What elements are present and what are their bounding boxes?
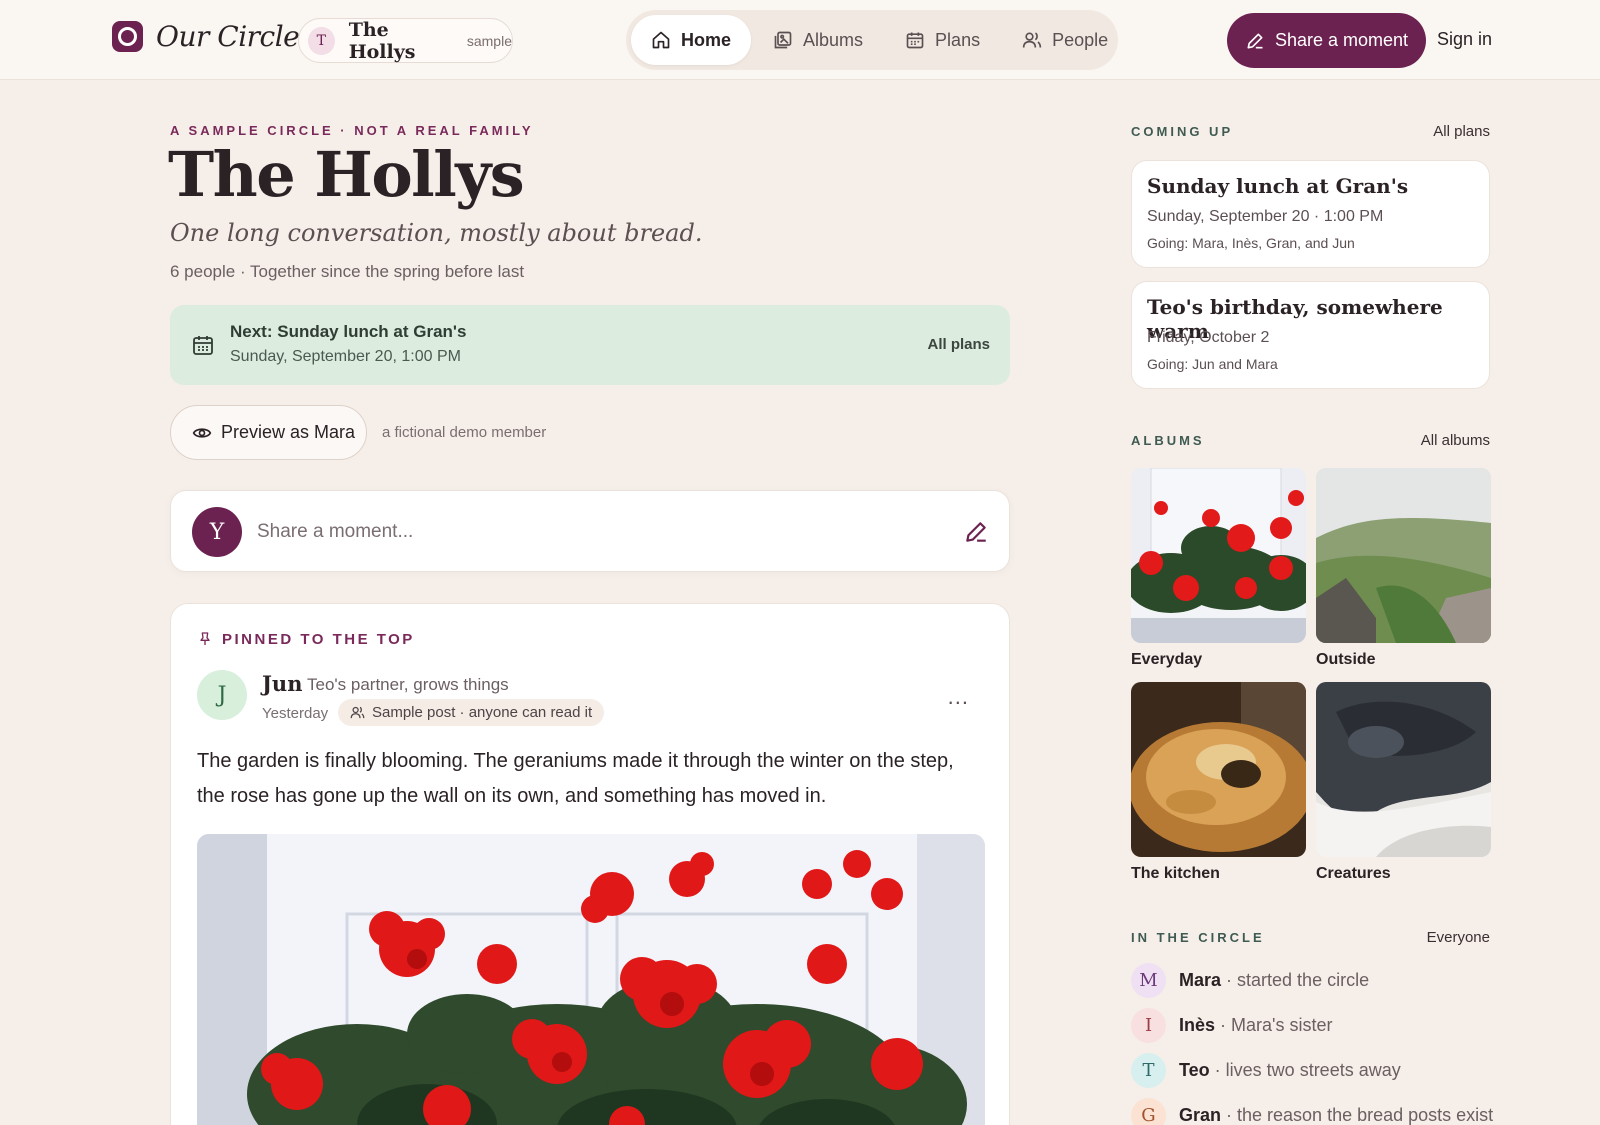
album-name: Creatures — [1316, 865, 1391, 882]
member-name: Mara — [1179, 969, 1222, 990]
member-desc: · started the circle — [1226, 969, 1370, 990]
calendar-icon — [906, 32, 924, 49]
nav-home-label: Home — [681, 29, 732, 50]
nav-people-label: People — [1052, 29, 1109, 50]
albums-heading: ALBUMS — [1131, 433, 1205, 448]
preview-as-label: Preview as Mara — [221, 422, 356, 442]
post-photo[interactable] — [197, 834, 985, 1125]
preview-note: a fictional demo member — [382, 424, 547, 441]
nav-plans[interactable]: Plans — [885, 15, 1000, 65]
brand-logo-icon — [112, 21, 143, 52]
nav-people[interactable]: People — [1002, 15, 1128, 65]
brand[interactable]: Our Circle — [112, 20, 300, 53]
plan-card[interactable]: Sunday lunch at Gran's Sunday, September… — [1131, 160, 1490, 268]
member-row[interactable]: T Teo · lives two streets away — [1131, 1052, 1401, 1088]
next-plan-when: Sunday, September 20, 1:00 PM — [230, 348, 461, 365]
all-albums-link[interactable]: All albums — [1421, 432, 1490, 449]
share-moment-label: Share a moment — [1274, 30, 1409, 50]
member-desc: · Mara's sister — [1220, 1014, 1333, 1035]
member-avatar: M — [1131, 962, 1166, 998]
pin-icon — [200, 632, 210, 645]
plan-title: Sunday lunch at Gran's — [1147, 174, 1409, 198]
people-icon — [350, 706, 365, 719]
album-tile[interactable]: The kitchen — [1131, 682, 1306, 883]
eye-icon — [192, 427, 212, 438]
album-cover — [1131, 682, 1306, 857]
circle-name: The Hollys — [348, 18, 416, 63]
everyone-link[interactable]: Everyone — [1427, 929, 1490, 946]
coming-up-heading: COMING UP — [1131, 124, 1234, 139]
nav-albums-label: Albums — [803, 29, 864, 50]
member-row[interactable]: M Mara · started the circle — [1131, 962, 1369, 998]
pencil-icon[interactable] — [963, 519, 989, 545]
preview-as-button[interactable]: Preview as Mara — [170, 405, 367, 460]
member-desc: · lives two streets away — [1214, 1059, 1401, 1080]
plan-card[interactable]: Teo's birthday, somewhere warm Friday, O… — [1131, 281, 1490, 389]
avatar: Y — [192, 507, 242, 557]
author-name[interactable]: Jun — [262, 671, 302, 696]
member-desc: · the reason the bread posts exist — [1226, 1104, 1494, 1125]
album-icon — [774, 31, 792, 49]
circle-switcher[interactable]: T The Hollys sample — [298, 18, 513, 63]
member-name: Inès — [1179, 1014, 1216, 1035]
post-body: The garden is finally blooming. The gera… — [197, 750, 954, 807]
visibility-badge: Sample post · anyone can read it — [338, 699, 605, 726]
plan-attendees: Going: Mara, Inès, Gran, and Jun — [1147, 235, 1355, 251]
nav-albums[interactable]: Albums — [753, 15, 883, 65]
album-name: Outside — [1316, 651, 1376, 668]
member-name: Teo — [1179, 1059, 1210, 1080]
composer: Y — [170, 490, 1010, 572]
plan-attendees: Going: Jun and Mara — [1147, 356, 1278, 372]
in-the-circle-heading: IN THE CIRCLE — [1131, 930, 1265, 945]
album-cover — [1316, 682, 1491, 857]
member-row[interactable]: G Gran · the reason the bread posts exis… — [1131, 1097, 1493, 1125]
member-avatar: G — [1131, 1097, 1166, 1125]
author-role: Teo's partner, grows things — [307, 675, 509, 694]
circle-tagline: One long conversation, mostly about brea… — [170, 219, 703, 247]
album-name: The kitchen — [1131, 865, 1220, 882]
member-row[interactable]: I Inès · Mara's sister — [1131, 1007, 1332, 1043]
main-nav: Home Albums Plans People — [626, 10, 1118, 70]
plan-date: Friday, October 2 — [1147, 329, 1270, 346]
geranium-photo — [197, 834, 985, 1125]
brand-name: Our Circle — [156, 20, 300, 53]
next-plan-title: Next: Sunday lunch at Gran's — [230, 322, 467, 341]
album-tile[interactable]: Outside — [1316, 468, 1491, 669]
more-options-icon[interactable]: ... — [948, 684, 969, 710]
album-tile[interactable]: Everyday — [1131, 468, 1306, 669]
album-tile[interactable]: Creatures — [1316, 682, 1491, 883]
author-avatar[interactable]: J — [197, 670, 247, 720]
page-title: The Hollys — [168, 138, 525, 211]
pencil-icon — [1247, 33, 1263, 49]
all-plans-link[interactable]: All plans — [927, 336, 990, 353]
member-name: Gran — [1179, 1104, 1222, 1125]
album-cover — [1316, 468, 1491, 643]
visibility-badge-text: Sample post · anyone can read it — [372, 704, 593, 721]
sample-eyebrow: A SAMPLE CIRCLE · NOT A REAL FAMILY — [170, 123, 534, 138]
next-plan-card[interactable]: Next: Sunday lunch at Gran's Sunday, Sep… — [170, 305, 1010, 385]
home-icon — [652, 31, 670, 49]
top-bar: Our Circle T The Hollys sample Home Albu… — [0, 0, 1600, 80]
share-moment-input[interactable] — [257, 515, 907, 549]
share-moment-button[interactable]: Share a moment — [1227, 13, 1426, 68]
pinned-label-text: PINNED TO THE TOP — [222, 630, 415, 648]
nav-plans-label: Plans — [935, 29, 981, 50]
member-avatar: T — [1131, 1052, 1166, 1088]
nav-home[interactable]: Home — [631, 15, 752, 65]
all-plans-link[interactable]: All plans — [1433, 123, 1490, 140]
album-name: Everyday — [1131, 651, 1203, 668]
member-avatar: I — [1131, 1007, 1166, 1043]
sign-in-link[interactable]: Sign in — [1437, 29, 1492, 50]
post-time: Yesterday — [262, 705, 329, 722]
circle-meta: 6 people · Together since the spring bef… — [170, 262, 525, 281]
pinned-label: PINNED TO THE TOP — [197, 630, 415, 648]
circle-sample-tag: sample — [466, 32, 512, 49]
pinned-post: PINNED TO THE TOP J Jun Teo's partner, g… — [170, 603, 1010, 1125]
people-icon — [1022, 32, 1042, 48]
calendar-icon — [193, 336, 213, 355]
circle-avatar: T — [308, 26, 335, 55]
plan-date: Sunday, September 20 · 1:00 PM — [1147, 208, 1384, 225]
album-cover — [1131, 468, 1306, 643]
